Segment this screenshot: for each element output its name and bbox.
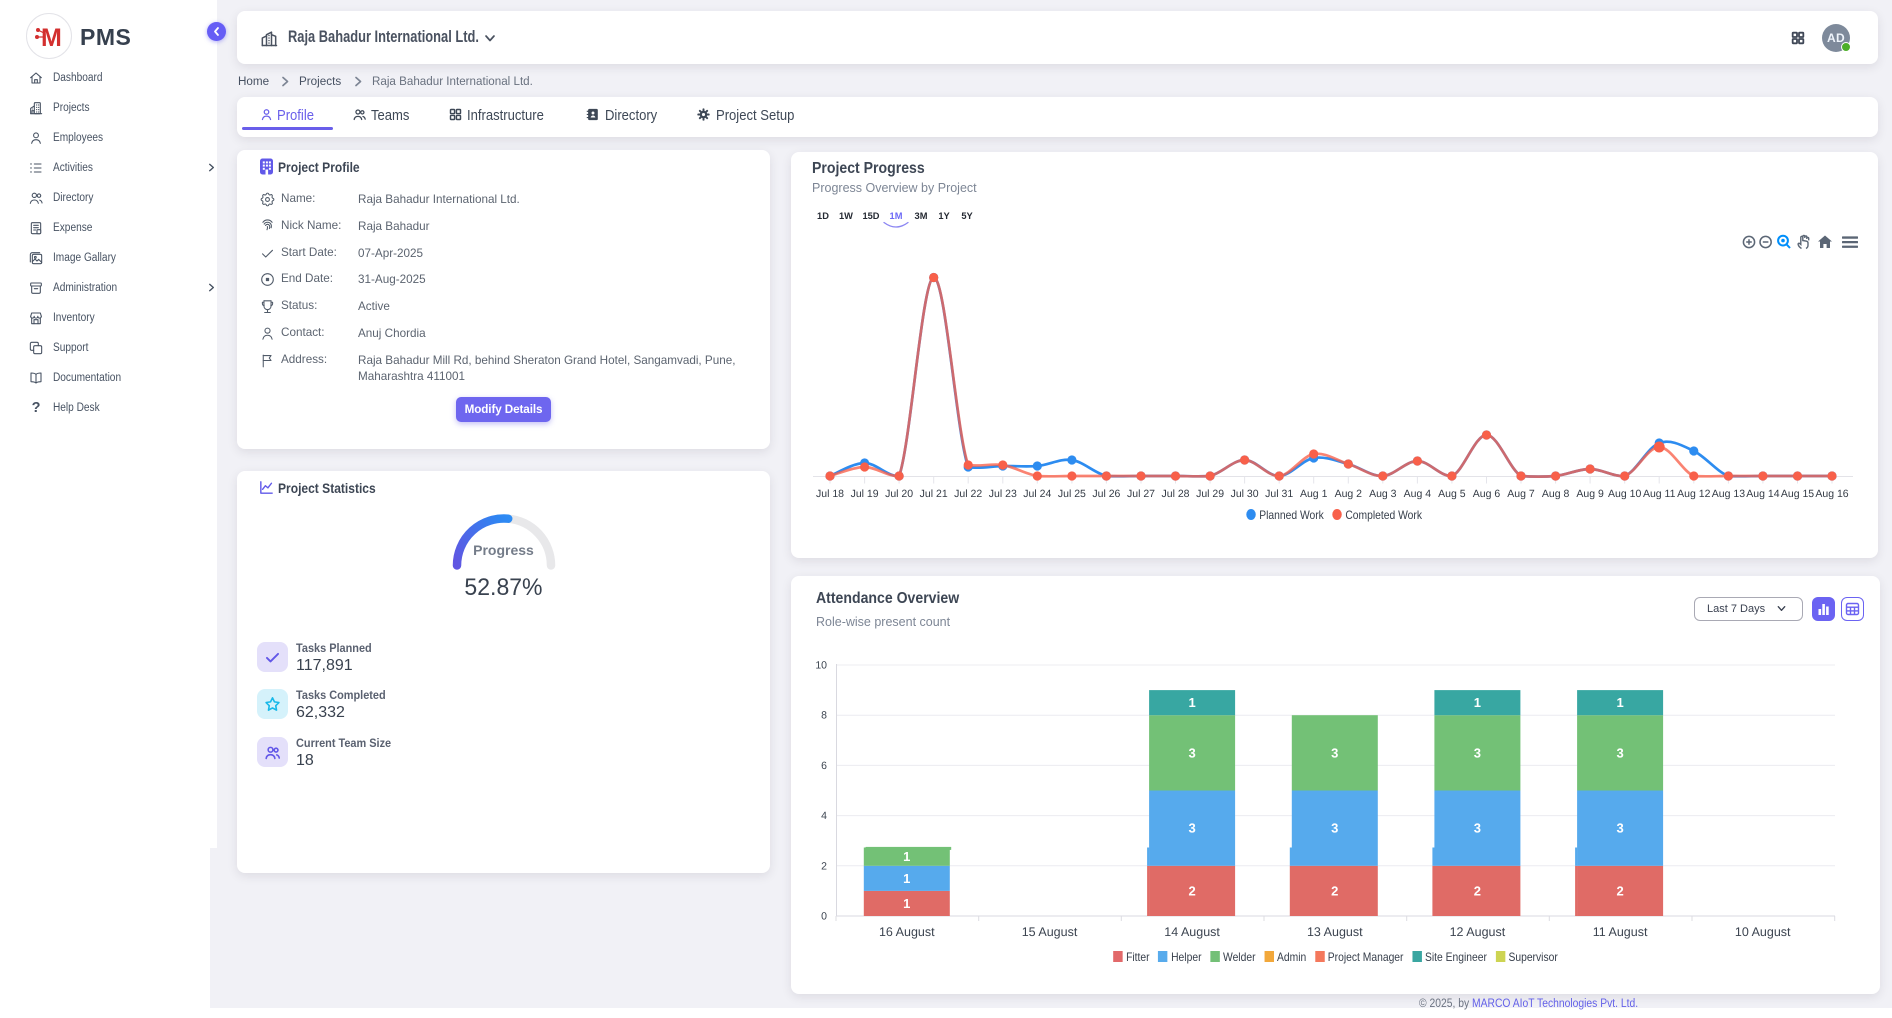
svg-text:2: 2: [1474, 883, 1481, 898]
svg-text:8: 8: [821, 710, 827, 722]
svg-text:Aug 1: Aug 1: [1300, 488, 1328, 500]
svg-text:14 August: 14 August: [1164, 925, 1220, 939]
svg-text:3: 3: [1188, 821, 1195, 836]
svg-text:Aug 9: Aug 9: [1576, 488, 1604, 500]
svg-text:3: 3: [1616, 745, 1623, 760]
svg-text:12 August: 12 August: [1450, 925, 1506, 939]
svg-text:Jul 31: Jul 31: [1265, 488, 1293, 500]
svg-text:0: 0: [821, 911, 827, 923]
svg-text:Jul 21: Jul 21: [920, 488, 948, 500]
svg-text:Aug 7: Aug 7: [1507, 488, 1535, 500]
svg-text:Jul 27: Jul 27: [1127, 488, 1155, 500]
svg-text:3: 3: [1474, 821, 1481, 836]
svg-text:11 August: 11 August: [1593, 925, 1648, 939]
svg-text:3: 3: [1331, 745, 1338, 760]
svg-text:Aug 6: Aug 6: [1473, 488, 1501, 500]
svg-text:15 August: 15 August: [1022, 925, 1078, 939]
svg-text:10 August: 10 August: [1735, 925, 1791, 939]
svg-text:Jul 28: Jul 28: [1161, 488, 1189, 500]
svg-text:13 August: 13 August: [1307, 925, 1363, 939]
svg-text:16 August: 16 August: [879, 925, 935, 939]
svg-text:1: 1: [1474, 695, 1481, 710]
svg-text:Jul 22: Jul 22: [954, 488, 982, 500]
svg-text:2: 2: [821, 860, 827, 872]
svg-text:Aug 13: Aug 13: [1712, 488, 1745, 500]
svg-text:4: 4: [821, 810, 827, 822]
svg-text:Jul 23: Jul 23: [989, 488, 1017, 500]
svg-text:Aug 16: Aug 16: [1815, 488, 1848, 500]
svg-text:3: 3: [1474, 745, 1481, 760]
svg-text:Aug 12: Aug 12: [1677, 488, 1710, 500]
svg-text:1: 1: [1188, 695, 1195, 710]
svg-text:1: 1: [903, 849, 910, 864]
svg-text:Aug 10: Aug 10: [1608, 488, 1641, 500]
svg-text:Jul 24: Jul 24: [1023, 488, 1051, 500]
svg-text:2: 2: [1616, 883, 1623, 898]
svg-text:3: 3: [1616, 821, 1623, 836]
svg-text:Aug 3: Aug 3: [1369, 488, 1397, 500]
svg-text:Jul 19: Jul 19: [851, 488, 879, 500]
svg-text:3: 3: [1331, 821, 1338, 836]
svg-text:1: 1: [903, 871, 910, 886]
svg-text:M: M: [41, 24, 62, 52]
svg-text:Jul 29: Jul 29: [1196, 488, 1224, 500]
svg-text:Jul 26: Jul 26: [1092, 488, 1120, 500]
svg-text:Aug 8: Aug 8: [1542, 488, 1570, 500]
svg-text:2: 2: [1188, 883, 1195, 898]
svg-text:Jul 25: Jul 25: [1058, 488, 1086, 500]
svg-text:Aug 15: Aug 15: [1781, 488, 1814, 500]
svg-text:3: 3: [1188, 745, 1195, 760]
svg-text:10: 10: [815, 660, 827, 672]
svg-text:Aug 2: Aug 2: [1335, 488, 1363, 500]
svg-text:Jul 18: Jul 18: [816, 488, 844, 500]
svg-text:1: 1: [903, 896, 910, 911]
svg-text:Aug 4: Aug 4: [1404, 488, 1432, 500]
svg-text:Aug 5: Aug 5: [1438, 488, 1466, 500]
svg-text:6: 6: [821, 760, 827, 772]
svg-text:Jul 20: Jul 20: [885, 488, 913, 500]
svg-text:Aug 14: Aug 14: [1746, 488, 1779, 500]
svg-text:1: 1: [1616, 695, 1623, 710]
svg-text:Aug 11: Aug 11: [1643, 488, 1676, 500]
svg-text:2: 2: [1331, 883, 1338, 898]
svg-text:Jul 30: Jul 30: [1231, 488, 1259, 500]
